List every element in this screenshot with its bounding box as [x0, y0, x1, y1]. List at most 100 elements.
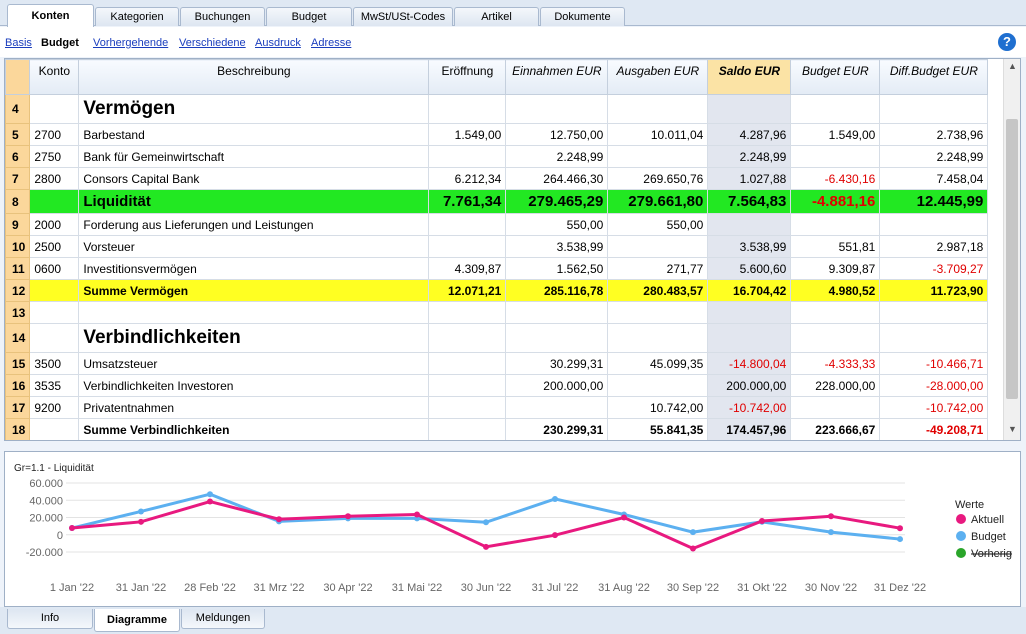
tab-artikel[interactable]: Artikel	[454, 7, 539, 26]
cell-e[interactable]	[428, 213, 507, 236]
cell-konto[interactable]: 2750	[29, 145, 80, 168]
table-row[interactable]: 6 2750 Bank für Gemeinwirtschaft 2.248,99 2.…	[5, 145, 989, 168]
cell-bud[interactable]	[790, 145, 881, 168]
cell-bud[interactable]	[790, 213, 881, 236]
cell-ein[interactable]	[505, 323, 609, 353]
cell-sal[interactable]: 3.538,99	[707, 235, 792, 258]
cell-ein[interactable]	[505, 396, 609, 419]
table-row[interactable]: 8 Liquidität 7.761,34 279.465,29 279.661,80 7…	[5, 189, 989, 214]
cell-desc[interactable]: Umsatzsteuer	[78, 352, 430, 375]
row-number[interactable]: 6	[5, 145, 31, 168]
cell-aus[interactable]: 279.661,80	[607, 189, 709, 214]
cell-bud[interactable]: 228.000,00	[790, 374, 881, 397]
cell-e[interactable]: 12.071,21	[428, 279, 507, 302]
cell-aus[interactable]: 280.483,57	[607, 279, 709, 302]
cell-konto[interactable]: 2500	[29, 235, 80, 258]
cell-desc[interactable]: Vermögen	[78, 94, 430, 124]
table-row[interactable]: 9 2000 Forderung aus Lieferungen und Leist…	[5, 213, 989, 236]
cell-konto[interactable]: 3535	[29, 374, 80, 397]
cell-bud[interactable]	[790, 396, 881, 419]
cell-ein[interactable]: 279.465,29	[505, 189, 609, 214]
cell-sal[interactable]: 2.248,99	[707, 145, 792, 168]
row-number[interactable]: 7	[5, 167, 31, 190]
cell-desc[interactable]: Consors Capital Bank	[78, 167, 430, 190]
cell-sal[interactable]: 5.600,60	[707, 257, 792, 280]
cell-e[interactable]	[428, 235, 507, 258]
cell-ein[interactable]: 30.299,31	[505, 352, 609, 375]
tab-meldungen[interactable]: Meldungen	[181, 609, 265, 629]
cell-aus[interactable]: 45.099,35	[607, 352, 709, 375]
tab-kategorien[interactable]: Kategorien	[95, 7, 179, 26]
row-number[interactable]: 12	[5, 279, 31, 302]
cell-diff[interactable]: 7.458,04	[879, 167, 989, 190]
cell-diff[interactable]: -3.709,27	[879, 257, 989, 280]
cell-diff[interactable]	[879, 213, 989, 236]
cell-ein[interactable]: 550,00	[505, 213, 609, 236]
cell-ein[interactable]: 12.750,00	[505, 123, 609, 146]
cell-konto[interactable]	[29, 323, 80, 353]
cell-sal[interactable]: -10.742,00	[707, 396, 792, 419]
cell-aus[interactable]	[607, 145, 709, 168]
cell-aus[interactable]	[607, 323, 709, 353]
cell-e[interactable]	[428, 374, 507, 397]
cell-diff[interactable]: 2.248,99	[879, 145, 989, 168]
cell-aus[interactable]	[607, 94, 709, 124]
cell-diff[interactable]: 2.738,96	[879, 123, 989, 146]
cell-e[interactable]: 1.549,00	[428, 123, 507, 146]
cell-desc[interactable]: Vorsteuer	[78, 235, 430, 258]
scroll-down-arrow-icon[interactable]: ▼	[1004, 424, 1020, 438]
tab-info[interactable]: Info	[7, 609, 93, 629]
cell-aus[interactable]	[607, 374, 709, 397]
col-einnahmen[interactable]: Einnahmen EUR	[505, 59, 609, 95]
cell-konto[interactable]	[29, 301, 80, 324]
cell-bud[interactable]: 4.980,52	[790, 279, 881, 302]
cell-sal[interactable]: 1.027,88	[707, 167, 792, 190]
table-row[interactable]: 17 9200 Privatentnahmen 10.742,00 -10.742,00…	[5, 396, 989, 419]
row-number[interactable]: 16	[5, 374, 31, 397]
cell-diff[interactable]: -28.000,00	[879, 374, 989, 397]
cell-sal[interactable]: -14.800,04	[707, 352, 792, 375]
cell-e[interactable]	[428, 352, 507, 375]
cell-konto[interactable]	[29, 94, 80, 124]
row-number[interactable]: 8	[5, 189, 31, 214]
table-row[interactable]: 15 3500 Umsatzsteuer 30.299,31 45.099,35 -14.…	[5, 352, 989, 375]
view-vorhergehende-link[interactable]: Vorhergehende	[93, 37, 168, 49]
cell-bud[interactable]: 1.549,00	[790, 123, 881, 146]
view-adresse-link[interactable]: Adresse	[311, 37, 351, 49]
scroll-thumb[interactable]	[1006, 119, 1018, 399]
table-row[interactable]: 10 2500 Vorsteuer 3.538,99 3.538,99 551,81 2.9…	[5, 235, 989, 258]
cell-sal[interactable]: 174.457,96	[707, 418, 792, 440]
cell-ein[interactable]	[505, 301, 609, 324]
tab-konten[interactable]: Konten	[7, 4, 94, 27]
cell-ein[interactable]	[505, 94, 609, 124]
cell-sal[interactable]	[707, 94, 792, 124]
cell-diff[interactable]: -10.466,71	[879, 352, 989, 375]
row-number[interactable]: 9	[5, 213, 31, 236]
cell-bud[interactable]: -6.430,16	[790, 167, 881, 190]
cell-desc[interactable]: Barbestand	[78, 123, 430, 146]
cell-sal[interactable]: 200.000,00	[707, 374, 792, 397]
cell-sal[interactable]: 7.564,83	[707, 189, 792, 214]
col-diff-budget[interactable]: Diff.Budget EUR	[879, 59, 989, 95]
vertical-scrollbar[interactable]: ▲ ▼	[1003, 59, 1020, 440]
row-number[interactable]: 10	[5, 235, 31, 258]
table-row[interactable]: 13	[5, 301, 989, 324]
cell-bud[interactable]	[790, 323, 881, 353]
cell-e[interactable]	[428, 301, 507, 324]
cell-konto[interactable]: 2700	[29, 123, 80, 146]
row-number[interactable]: 11	[5, 257, 31, 280]
cell-desc[interactable]: Liquidität	[78, 189, 430, 214]
table-row[interactable]: 16 3535 Verbindlichkeiten Investoren 200.00…	[5, 374, 989, 397]
tab-buchungen[interactable]: Buchungen	[180, 7, 265, 26]
table-row[interactable]: 11 0600 Investitionsvermögen 4.309,87 1.562,…	[5, 257, 989, 280]
cell-diff[interactable]: 2.987,18	[879, 235, 989, 258]
cell-sal[interactable]: 4.287,96	[707, 123, 792, 146]
cell-ein[interactable]: 2.248,99	[505, 145, 609, 168]
cell-aus[interactable]: 10.742,00	[607, 396, 709, 419]
cell-konto[interactable]: 3500	[29, 352, 80, 375]
cell-e[interactable]: 7.761,34	[428, 189, 507, 214]
row-number[interactable]: 13	[5, 301, 31, 324]
cell-diff[interactable]: 12.445,99	[879, 189, 989, 214]
col-konto[interactable]: Konto	[29, 59, 80, 95]
table-row[interactable]: 12 Summe Vermögen 12.071,21 285.116,78 280.4…	[5, 279, 989, 302]
